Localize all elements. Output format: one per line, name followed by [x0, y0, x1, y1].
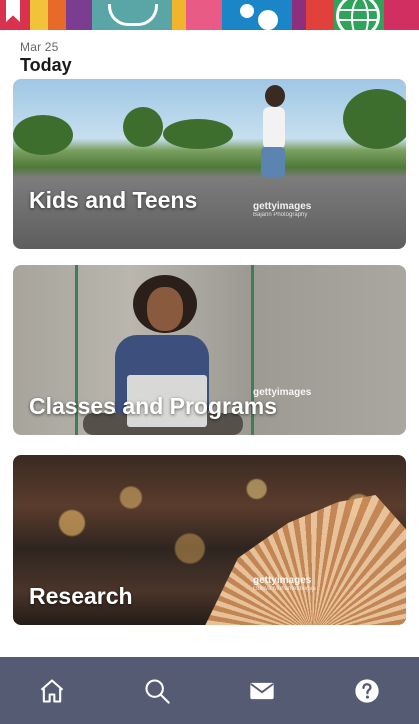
globe-icon — [336, 0, 380, 30]
nav-mail[interactable] — [210, 657, 315, 724]
help-icon — [354, 678, 379, 703]
card-kids-and-teens[interactable]: Kids and Teens gettyimages Bajarin Photo… — [13, 79, 406, 249]
page-title: Today — [20, 55, 72, 75]
mail-icon — [250, 682, 274, 699]
watermark: gettyimages Gulliva Muhametdinova — [253, 575, 316, 592]
top-banner — [0, 0, 419, 30]
card-research[interactable]: Research gettyimages Gulliva Muhametdino… — [13, 455, 406, 625]
card-label: Research — [29, 583, 133, 609]
search-icon — [145, 678, 170, 704]
nav-search[interactable] — [105, 657, 210, 724]
card-label: Classes and Programs — [29, 393, 278, 419]
card-label: Kids and Teens — [29, 187, 198, 213]
date-label: Mar 25 — [20, 40, 59, 54]
date-header: Mar 25 Today — [20, 40, 72, 76]
nav-home[interactable] — [0, 657, 105, 724]
kids-and-teens-image — [13, 79, 406, 249]
nav-help[interactable] — [314, 657, 419, 724]
card-classes-and-programs[interactable]: Classes and Programs gettyimages — [13, 265, 406, 435]
home-icon — [41, 678, 64, 703]
bottom-navigation — [0, 657, 419, 724]
watermark: gettyimages — [253, 387, 312, 398]
watermark: gettyimages Bajarin Photography — [253, 201, 312, 218]
